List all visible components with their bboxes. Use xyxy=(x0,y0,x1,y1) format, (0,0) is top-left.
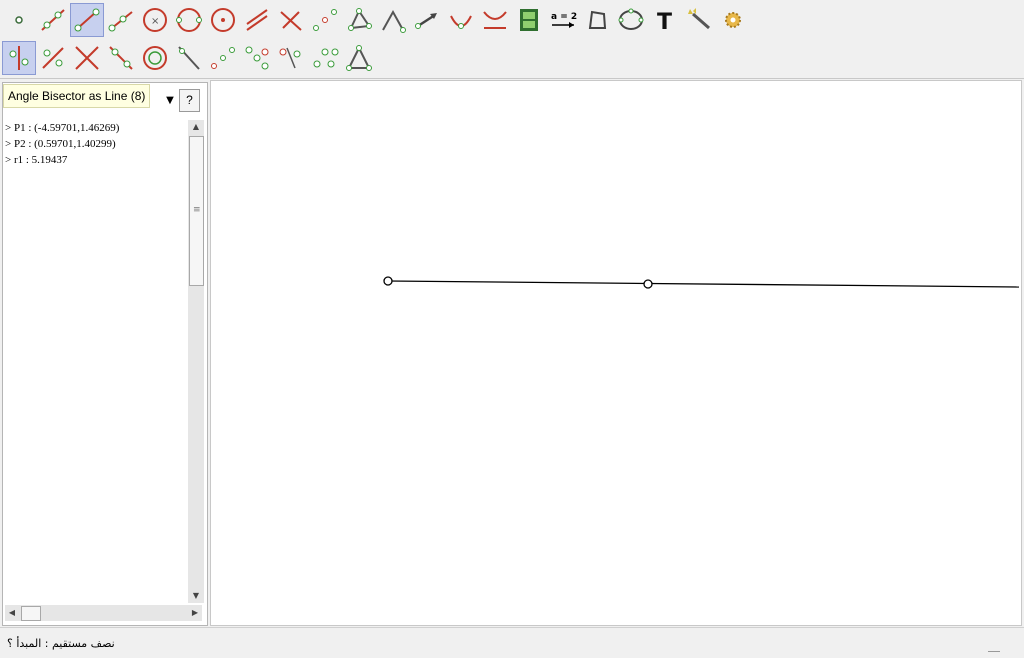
text-tool-button[interactable]: T xyxy=(648,3,682,37)
point-on-object-icon xyxy=(42,47,64,69)
magic-wand-icon xyxy=(688,8,710,30)
graphics-view[interactable] xyxy=(210,80,1022,626)
relation-icon xyxy=(245,46,269,70)
graphics-canvas[interactable] xyxy=(211,81,1023,627)
intersect-tool-button[interactable] xyxy=(70,41,104,75)
ray-r1[interactable] xyxy=(387,280,1020,288)
film-strip-tool-button[interactable] xyxy=(512,3,546,37)
dilate-tool-button[interactable] xyxy=(308,41,342,75)
parallel-line-tool-button[interactable] xyxy=(240,3,274,37)
midpoint-icon xyxy=(313,9,337,31)
reflect-icon xyxy=(279,47,301,69)
status-text: نصف مستقيم : المبدأ ؟ xyxy=(7,637,115,650)
vector-tool-button[interactable] xyxy=(410,3,444,37)
circle-center-point-tool-button[interactable]: × xyxy=(138,3,172,37)
angle-bisector-tool-button[interactable] xyxy=(2,41,36,75)
scroll-left-arrow-icon[interactable]: ◀ xyxy=(5,605,19,621)
svg-text:×: × xyxy=(151,16,159,27)
circle-three-points-tool-button[interactable] xyxy=(172,3,206,37)
gear-icon xyxy=(725,12,741,28)
circle-three-points-icon xyxy=(176,8,202,32)
text-tool-label: T xyxy=(657,10,672,34)
triangle-icon xyxy=(346,45,372,71)
settings-gear-tool-button[interactable] xyxy=(716,3,750,37)
quadrilateral-icon xyxy=(588,10,607,29)
scroll-down-arrow-icon[interactable]: ▼ xyxy=(188,589,204,603)
perpendicular-line-icon xyxy=(280,11,302,31)
scroll-up-arrow-icon[interactable]: ▲ xyxy=(188,120,204,134)
circle-tool-row2-button[interactable] xyxy=(138,41,172,75)
vertical-scrollbar[interactable]: ▲ ≡ ▼ xyxy=(188,120,204,603)
angle-tool-button[interactable] xyxy=(376,3,410,37)
circle-radius-icon xyxy=(211,8,235,32)
triangle-tool-button[interactable] xyxy=(342,41,376,75)
perpendicular-bisector-tool-button[interactable] xyxy=(104,41,138,75)
polygon-tool-button[interactable] xyxy=(342,3,376,37)
sequence-points-icon xyxy=(211,47,235,69)
intersect-icon xyxy=(75,46,99,70)
circle-radius-tool-button[interactable] xyxy=(206,3,240,37)
circle-center-point-icon: × xyxy=(143,8,167,32)
relation-tool-button[interactable] xyxy=(240,41,274,75)
slider-tool-button[interactable]: a = 2 xyxy=(546,3,580,37)
line-tool-row2-button[interactable] xyxy=(172,41,206,75)
dilate-icon xyxy=(313,48,339,68)
status-bar: نصف مستقيم : المبدأ ؟ xyxy=(0,627,1024,658)
polygon-icon xyxy=(348,8,372,31)
point-tool-button[interactable] xyxy=(2,3,36,37)
tool-tooltip: Angle Bisector as Line (8) xyxy=(3,84,151,108)
toolbar-row-2 xyxy=(2,40,376,76)
horizontal-scrollbar[interactable]: ◀ ▶ xyxy=(5,605,202,621)
conic-icon xyxy=(618,8,644,30)
toolbar: × a = 2 T xyxy=(0,0,1024,79)
algebra-row-r1[interactable]: > r1 : 5.19437 xyxy=(5,152,185,168)
help-button[interactable]: ? xyxy=(179,89,200,112)
vertical-scroll-thumb[interactable]: ≡ xyxy=(189,136,204,286)
toolbar-row-1: × a = 2 T xyxy=(2,2,750,38)
scroll-right-arrow-icon[interactable]: ▶ xyxy=(188,605,202,621)
algebra-row-p1[interactable]: > P1 : (-4.59701,1.46269) xyxy=(5,120,185,136)
perpendicular-bisector-icon xyxy=(109,46,133,70)
locus-tool-button[interactable] xyxy=(478,3,512,37)
circle-icon xyxy=(143,46,167,70)
angle-bisector-icon xyxy=(9,46,29,70)
point-p2[interactable] xyxy=(643,279,653,289)
text-icon: T xyxy=(657,10,672,34)
semicircle-icon xyxy=(450,15,472,29)
point-p1[interactable] xyxy=(383,276,393,286)
point-icon xyxy=(15,16,23,24)
segment-tool-button[interactable] xyxy=(70,3,104,37)
resize-handle-icon[interactable] xyxy=(988,651,1000,652)
horizontal-scroll-thumb[interactable] xyxy=(21,606,41,621)
line-icon-2 xyxy=(178,46,200,70)
film-strip-icon xyxy=(520,9,538,31)
algebra-row-p2[interactable]: > P2 : (0.59701,1.40299) xyxy=(5,136,185,152)
line-tool-button[interactable] xyxy=(36,3,70,37)
magic-wand-tool-button[interactable] xyxy=(682,3,716,37)
locus-icon xyxy=(483,11,507,29)
parallel-line-icon xyxy=(246,9,268,31)
semicircle-tool-button[interactable] xyxy=(444,3,478,37)
angle-icon xyxy=(382,9,406,33)
perpendicular-line-tool-button[interactable] xyxy=(274,3,308,37)
dropdown-arrow-icon[interactable]: ▼ xyxy=(162,93,178,109)
conic-tool-button[interactable] xyxy=(614,3,648,37)
sequence-points-tool-button[interactable] xyxy=(206,41,240,75)
ray-tool-button[interactable] xyxy=(104,3,138,37)
vector-icon xyxy=(415,13,437,29)
algebra-list: > P1 : (-4.59701,1.46269) > P2 : (0.5970… xyxy=(5,120,185,168)
reflect-tool-button[interactable] xyxy=(274,41,308,75)
quadrilateral-tool-button[interactable] xyxy=(580,3,614,37)
slider-label: a = 2 xyxy=(551,12,577,22)
point-on-object-tool-button[interactable] xyxy=(36,41,70,75)
slider-icon: a = 2 xyxy=(551,12,577,28)
segment-icon xyxy=(74,8,100,32)
line-icon xyxy=(41,9,65,31)
ray-icon xyxy=(108,11,133,32)
grip-icon: ≡ xyxy=(193,205,201,215)
midpoint-tool-button[interactable] xyxy=(308,3,342,37)
